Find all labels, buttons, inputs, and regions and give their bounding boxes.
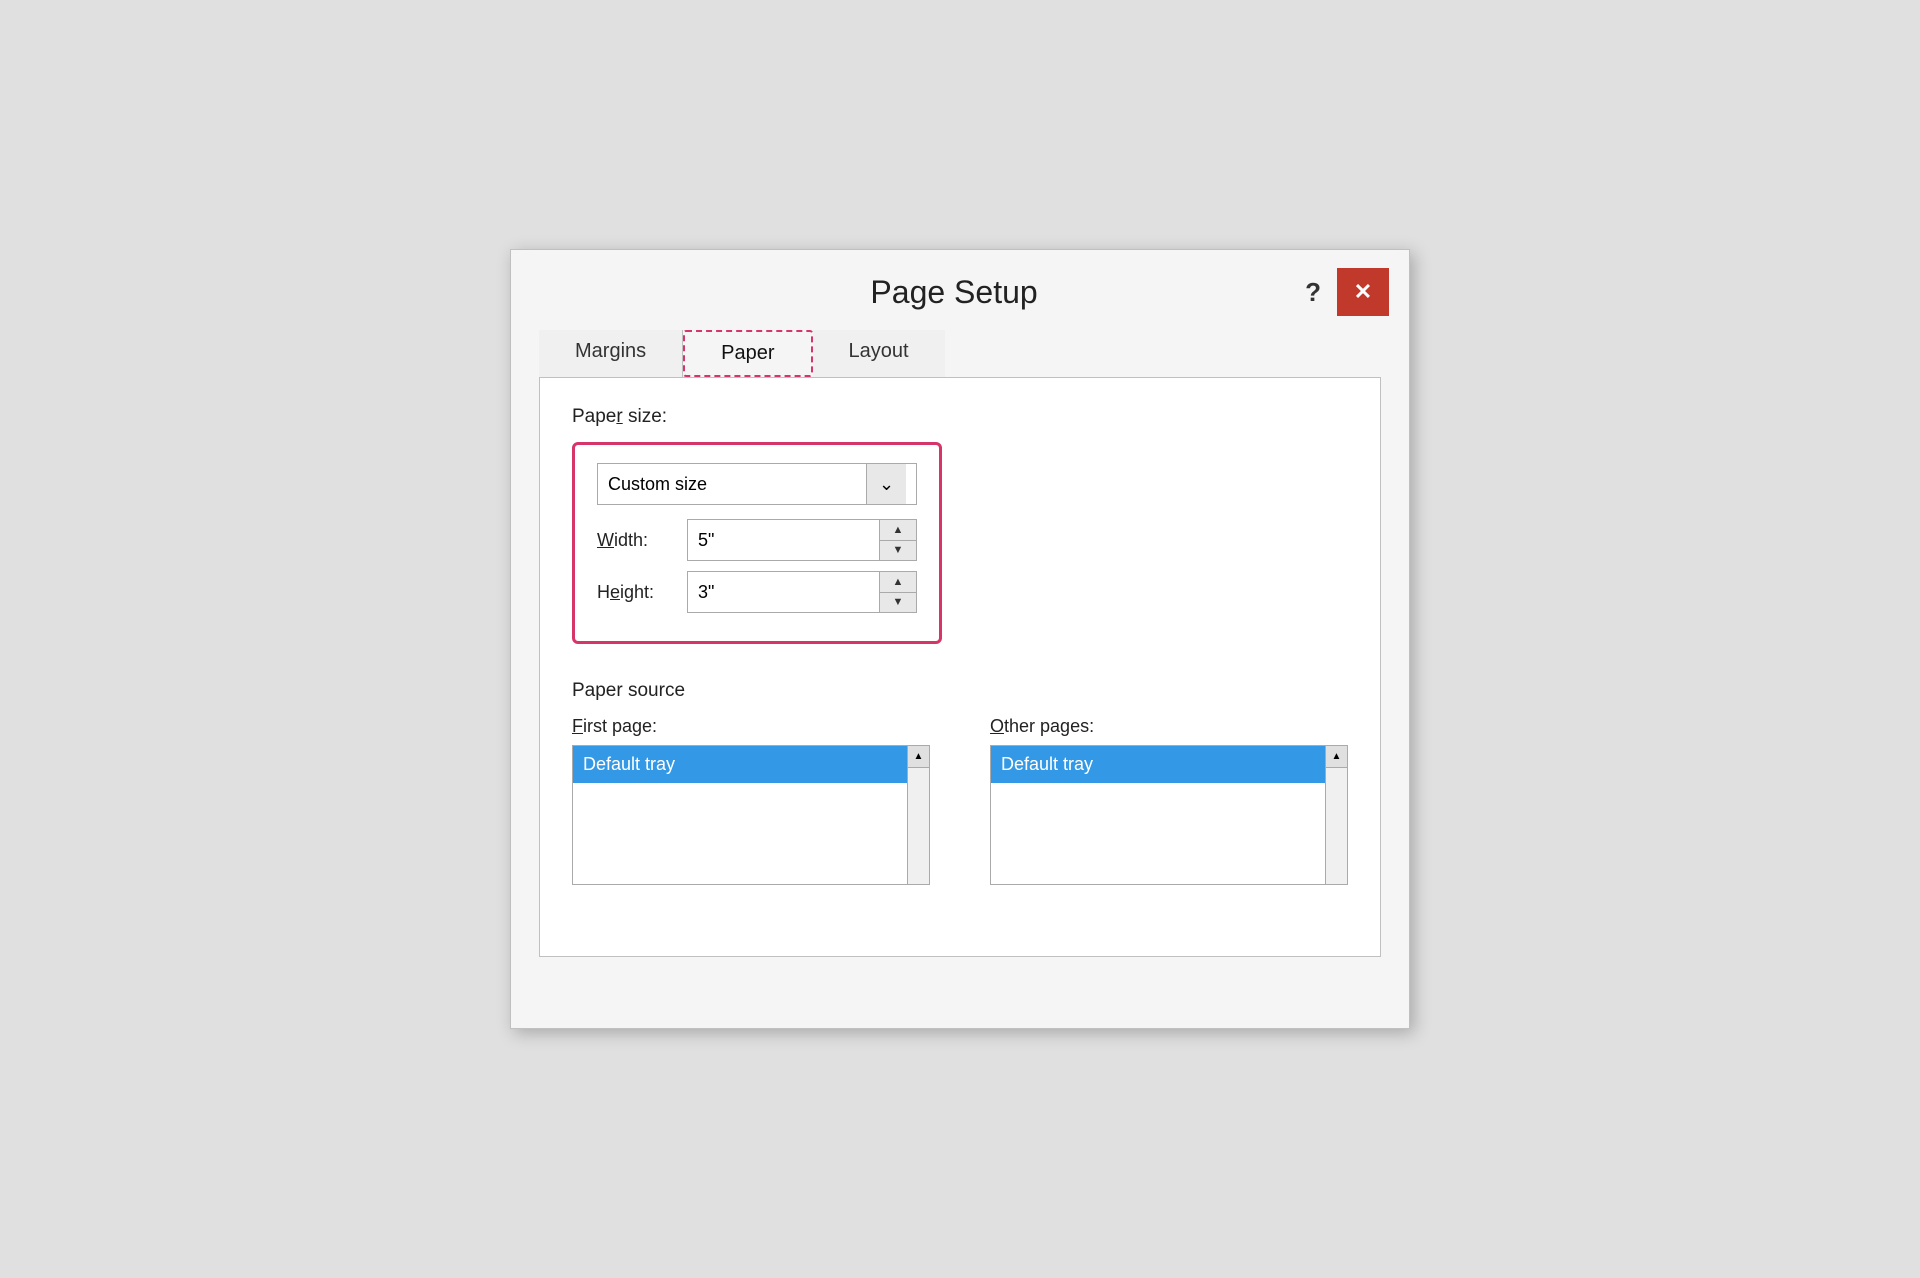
tab-panel-paper: Paper size: Custom size ⌄ Width: <box>539 377 1381 957</box>
tab-layout[interactable]: Layout <box>813 330 945 377</box>
dropdown-arrow-icon[interactable]: ⌄ <box>866 464 906 504</box>
paper-size-dropdown[interactable]: Custom size ⌄ <box>597 463 917 505</box>
height-spinner-buttons: ▲ ▼ <box>879 572 916 612</box>
width-field-row: Width: 5" ▲ ▼ <box>597 519 917 561</box>
paper-size-select-row: Custom size ⌄ <box>597 463 917 505</box>
width-value[interactable]: 5" <box>688 530 879 551</box>
paper-size-label: Paper size: <box>572 406 1348 428</box>
width-increment-button[interactable]: ▲ <box>880 520 916 541</box>
other-pages-group: Other pages: Default tray ▲ <box>990 716 1348 885</box>
height-spinner: 3" ▲ ▼ <box>687 571 917 613</box>
first-page-scrollbar: ▲ <box>907 746 929 884</box>
width-spinner: 5" ▲ ▼ <box>687 519 917 561</box>
other-pages-scrollbar: ▲ <box>1325 746 1347 884</box>
tab-margins[interactable]: Margins <box>539 330 683 377</box>
source-row: First page: Default tray ▲ Other pages: <box>572 716 1348 885</box>
page-setup-dialog: Page Setup ? ✕ Margins Paper Layout Pape… <box>510 249 1410 1029</box>
tab-paper[interactable]: Paper <box>683 330 812 377</box>
height-field-row: Height: 3" ▲ ▼ <box>597 571 917 613</box>
width-label: Width: <box>597 530 687 551</box>
dialog-title: Page Setup <box>870 274 1037 310</box>
dialog-content: Margins Paper Layout Paper size: Custom … <box>511 330 1409 985</box>
first-page-default-tray[interactable]: Default tray <box>573 746 929 783</box>
title-bar: Page Setup ? ✕ <box>511 250 1409 330</box>
close-button[interactable]: ✕ <box>1337 268 1389 316</box>
width-spinner-buttons: ▲ ▼ <box>879 520 916 560</box>
other-pages-default-tray[interactable]: Default tray <box>991 746 1347 783</box>
first-page-listbox[interactable]: Default tray ▲ <box>572 745 930 885</box>
help-button[interactable]: ? <box>1297 277 1329 308</box>
paper-size-group: Custom size ⌄ Width: 5" ▲ ▼ <box>572 442 942 644</box>
other-pages-scroll-up[interactable]: ▲ <box>1326 746 1347 768</box>
first-page-label: First page: <box>572 716 930 737</box>
dialog-title-center: Page Setup <box>611 274 1297 311</box>
height-increment-button[interactable]: ▲ <box>880 572 916 593</box>
other-pages-label: Other pages: <box>990 716 1348 737</box>
first-page-scroll-up[interactable]: ▲ <box>908 746 929 768</box>
height-decrement-button[interactable]: ▼ <box>880 593 916 613</box>
height-value[interactable]: 3" <box>688 582 879 603</box>
other-pages-listbox[interactable]: Default tray ▲ <box>990 745 1348 885</box>
width-decrement-button[interactable]: ▼ <box>880 541 916 561</box>
paper-source-label: Paper source <box>572 680 1348 702</box>
tabs-container: Margins Paper Layout <box>539 330 1381 377</box>
title-bar-actions: ? ✕ <box>1297 268 1389 316</box>
height-label: Height: <box>597 582 687 603</box>
first-page-group: First page: Default tray ▲ <box>572 716 930 885</box>
